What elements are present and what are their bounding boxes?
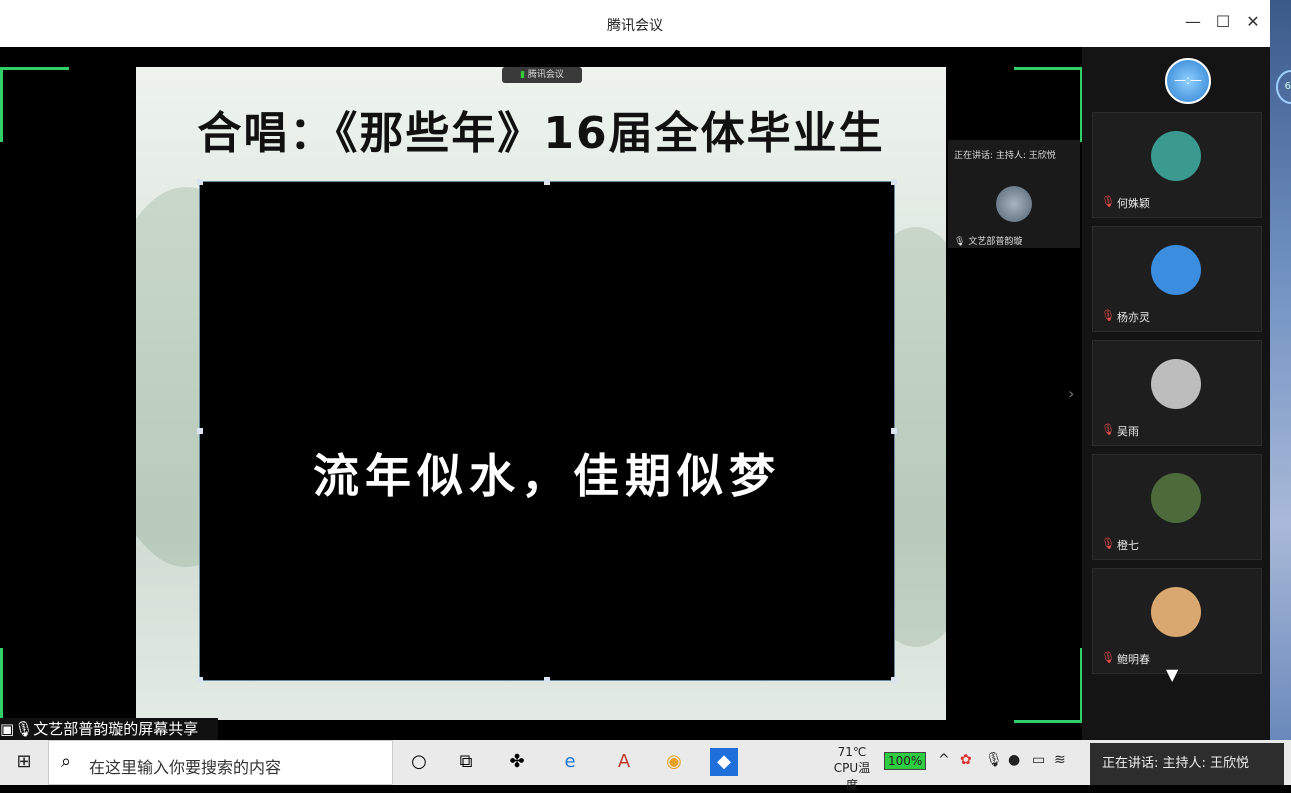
avatar — [1151, 473, 1201, 523]
mic-muted-icon: 🎙 — [1101, 537, 1115, 550]
speaking-notification: 正在讲话: 主持人: 王欣悦 — [1090, 743, 1284, 785]
resize-handle[interactable] — [891, 179, 897, 185]
video-caption: 流年似水，佳期似梦 — [313, 449, 781, 503]
participant-card[interactable]: 🎙 橙七 — [1092, 454, 1262, 560]
speaker-name-text: 文艺部普韵璇 — [968, 237, 1023, 247]
participant-card[interactable]: 🎙 鲍明春 — [1092, 568, 1262, 674]
battery-indicator: 100% — [884, 752, 927, 770]
wifi-icon[interactable]: ≋ — [1054, 752, 1066, 768]
slide-title: 合唱：《那些年》16届全体毕业生 — [197, 108, 885, 159]
participant-name: 杨亦灵 — [1117, 311, 1150, 324]
search-icon: ⌕ — [61, 751, 72, 772]
chevron-right-icon[interactable]: › — [1068, 384, 1074, 403]
title-bar: 腾讯会议 — ☐ ✕ — [0, 0, 1270, 47]
qq-icon[interactable]: ● — [1008, 752, 1020, 768]
frame-corner-bl — [0, 648, 69, 723]
screen-share-bar: ▣🎙文艺部普韵璇的屏幕共享 — [0, 718, 218, 740]
maximize-button[interactable]: ☐ — [1212, 12, 1234, 31]
tray-app-icon[interactable]: ✿ — [960, 752, 972, 768]
speaker-name: 🎙 文艺部普韵璇 — [954, 234, 1022, 247]
tencent-meeting-icon[interactable]: ◆ — [710, 748, 738, 776]
resize-handle[interactable] — [197, 179, 203, 185]
participant-card[interactable]: 🎙 何姝颖 — [1092, 112, 1262, 218]
keyboard-icon[interactable]: ▭ — [1032, 752, 1045, 768]
avatar — [1151, 359, 1201, 409]
mic-icon: 🎙 — [14, 720, 34, 738]
avatar — [996, 186, 1032, 222]
task-view-icon[interactable]: ⧉ — [452, 748, 480, 776]
share-tag-label: 腾讯会议 — [527, 70, 564, 80]
participant-name: 吴雨 — [1117, 425, 1139, 438]
participant-card[interactable]: 🎙 杨亦灵 — [1092, 226, 1262, 332]
chevron-up-icon[interactable]: ^ — [938, 752, 950, 768]
chrome-icon[interactable]: ◉ — [660, 748, 688, 776]
participant-card[interactable]: 🎙 吴雨 — [1092, 340, 1262, 446]
desktop-edge: 60 — [1270, 0, 1291, 785]
share-bar-text: 文艺部普韵璇的屏幕共享 — [33, 720, 199, 738]
mic-icon: 🎙 — [954, 237, 966, 247]
frame-corner-br — [1014, 648, 1083, 723]
access-icon[interactable]: A — [610, 748, 638, 776]
window-title: 腾讯会议 — [607, 18, 663, 34]
close-button[interactable]: ✕ — [1242, 12, 1264, 31]
resize-handle[interactable] — [891, 428, 897, 434]
speaker-tile[interactable]: 正在讲话: 主持人: 王欣悦 🎙 文艺部普韵璇 — [948, 140, 1080, 248]
scroll-down-icon[interactable]: ▼ — [1166, 665, 1178, 684]
mic-icon[interactable]: 🎙 — [985, 752, 1003, 768]
avatar — [1151, 131, 1201, 181]
mic-muted-icon: 🎙 — [1101, 309, 1115, 322]
resize-handle[interactable] — [891, 677, 897, 683]
cpu-label: CPU温度 — [833, 761, 871, 792]
participant-name: 橙七 — [1117, 539, 1139, 552]
screen-share-icon: ▣ — [0, 720, 15, 738]
avatar — [1151, 245, 1201, 295]
edge-icon[interactable]: e — [556, 748, 584, 776]
frame-corner-tr — [1014, 67, 1083, 142]
app-icon[interactable]: ✤ — [503, 748, 531, 776]
taskbar-search[interactable]: ⌕ 在这里输入你要搜索的内容 — [48, 740, 393, 785]
resize-handle[interactable] — [197, 677, 203, 683]
mic-muted-icon: 🎙 — [1101, 423, 1115, 436]
floating-badge[interactable]: 60 — [1276, 70, 1291, 104]
frame-corner-tl — [0, 67, 69, 142]
cortana-icon[interactable]: ○ — [405, 748, 433, 776]
resize-handle[interactable] — [544, 677, 550, 683]
resize-handle[interactable] — [544, 179, 550, 185]
mic-muted-icon: 🎙 — [1101, 195, 1115, 208]
mic-muted-icon: 🎙 — [1101, 651, 1115, 664]
windows-start-icon[interactable]: ⊞ — [10, 748, 38, 776]
avatar — [1151, 587, 1201, 637]
speaking-label: 正在讲话: 主持人: 王欣悦 — [954, 151, 1056, 161]
video-frame[interactable]: 流年似水，佳期似梦 — [197, 179, 897, 683]
share-tag: ▮ 腾讯会议 — [502, 67, 582, 83]
participant-name: 何姝颖 — [1117, 197, 1150, 210]
temp-value: 71℃ — [837, 745, 867, 759]
minimize-button[interactable]: — — [1182, 12, 1204, 31]
cpu-temp: 71℃ CPU温度 — [830, 745, 874, 793]
participant-name: 鲍明春 — [1117, 653, 1150, 666]
search-placeholder: 在这里输入你要搜索的内容 — [89, 758, 282, 777]
self-avatar[interactable]: —:— — [1165, 58, 1211, 104]
signal-icon: ▮ — [520, 70, 528, 80]
resize-handle[interactable] — [197, 428, 203, 434]
